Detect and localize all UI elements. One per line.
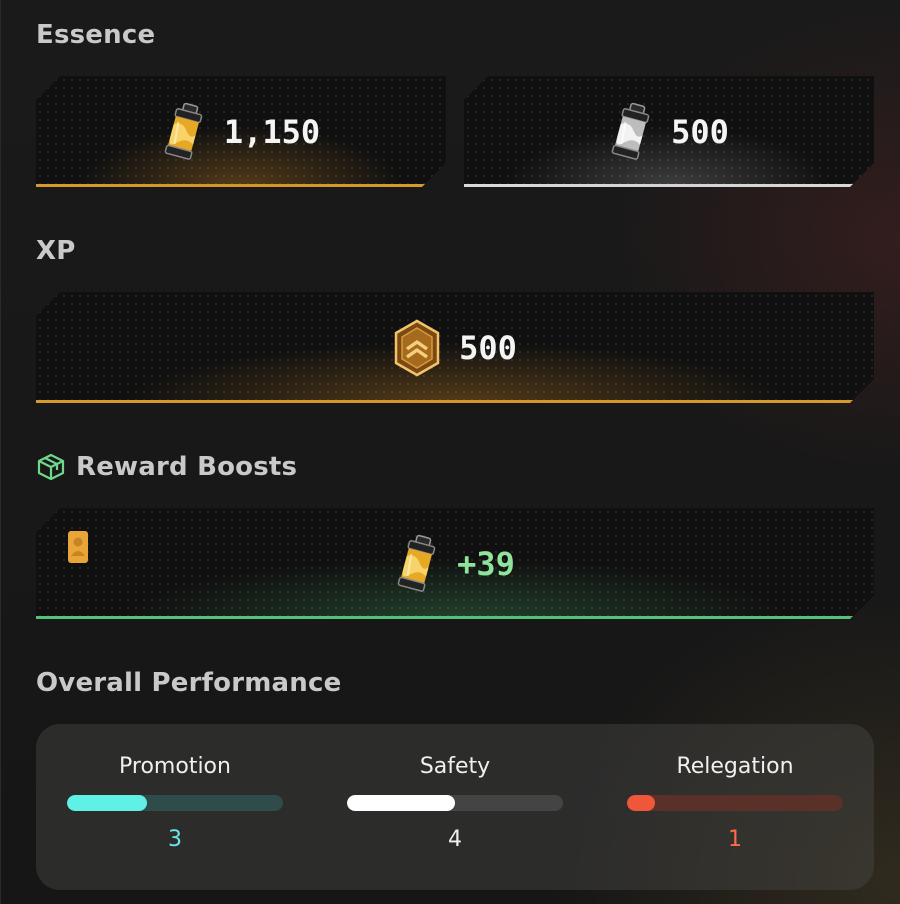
safety-stat: Safety 4 [347, 754, 563, 852]
relegation-count: 1 [728, 827, 742, 852]
safety-count: 4 [448, 827, 462, 852]
silver-essence-value: 500 [671, 112, 729, 151]
gold-essence-value: 1,150 [223, 112, 321, 151]
silver-essence-canister-icon [609, 102, 653, 162]
gold-essence-card: 1,150 [36, 76, 446, 187]
rewards-panel: Essence 1,150 500 XP 500 Reward Boosts +… [0, 0, 900, 904]
xp-card: 500 [36, 292, 874, 403]
relegation-label: Relegation [676, 754, 794, 779]
promotion-bar [67, 795, 283, 811]
xp-value: 500 [459, 328, 517, 367]
safety-bar-fill [347, 795, 455, 811]
reward-boosts-heading: Reward Boosts [36, 452, 297, 482]
safety-label: Safety [419, 754, 491, 779]
relegation-bar [627, 795, 843, 811]
boost-essence-canister-icon [395, 534, 439, 594]
performance-summary: Promotion 3 Safety 4 Relegation 1 [36, 724, 874, 890]
performance-title: Overall Performance [36, 668, 342, 698]
promotion-bar-fill [67, 795, 147, 811]
reward-boosts-title: Reward Boosts [76, 452, 298, 482]
gift-box-icon [37, 453, 65, 481]
safety-bar [347, 795, 563, 811]
xp-title: XP [36, 236, 76, 266]
relegation-stat: Relegation 1 [627, 754, 843, 852]
reward-boost-card: +39 [36, 508, 874, 619]
promotion-count: 3 [168, 827, 182, 852]
boost-value: +39 [457, 544, 515, 583]
relegation-bar-fill [627, 795, 656, 811]
player-card-icon [67, 530, 89, 564]
xp-rank-badge-icon [393, 319, 441, 377]
essence-title: Essence [36, 20, 156, 50]
silver-essence-card: 500 [464, 76, 874, 187]
promotion-stat: Promotion 3 [67, 754, 283, 852]
promotion-label: Promotion [119, 754, 231, 779]
gold-essence-canister-icon [162, 102, 206, 162]
